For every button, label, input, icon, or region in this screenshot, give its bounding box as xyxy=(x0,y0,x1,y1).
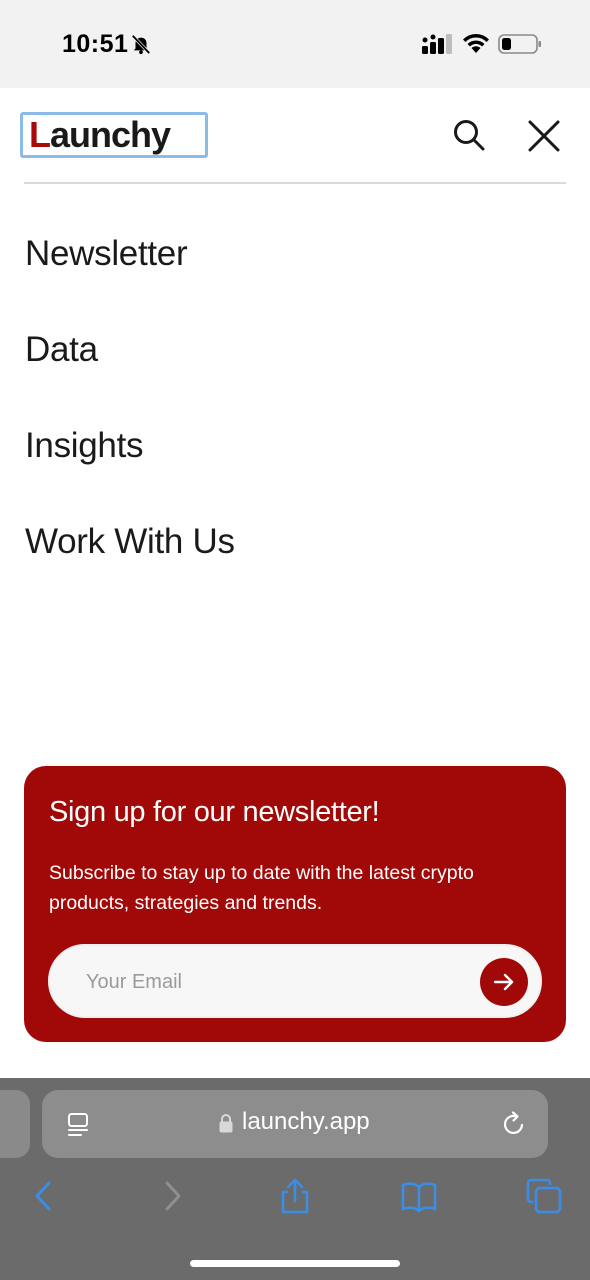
url-text: launchy.app xyxy=(242,1108,370,1135)
status-bar: 10:51 xyxy=(0,0,590,88)
arrow-right-icon xyxy=(493,973,514,991)
bell-off-icon xyxy=(131,34,151,55)
home-indicator xyxy=(190,1260,400,1267)
close-icon[interactable] xyxy=(526,118,562,154)
reader-icon[interactable] xyxy=(66,1112,92,1138)
bookmarks-icon[interactable] xyxy=(401,1178,437,1214)
reload-icon[interactable] xyxy=(500,1110,528,1138)
newsletter-title: Sign up for our newsletter! xyxy=(49,796,380,828)
browser-toolbar: launchy.app xyxy=(0,1078,590,1280)
logo-letter-l: L xyxy=(29,114,51,155)
lock-icon xyxy=(219,1114,233,1133)
previous-tab[interactable] xyxy=(0,1090,30,1158)
logo-wordmark: aunchy xyxy=(50,114,171,155)
back-icon[interactable] xyxy=(26,1178,62,1214)
email-form xyxy=(48,944,542,1018)
forward-icon[interactable] xyxy=(154,1178,190,1214)
launchy-logo[interactable]: Launchy xyxy=(20,112,208,158)
menu-item-insights[interactable]: Insights xyxy=(25,426,144,466)
signal-icon xyxy=(422,34,452,54)
tabs-icon[interactable] xyxy=(526,1178,562,1214)
header-divider xyxy=(24,182,566,184)
address-bar[interactable]: launchy.app xyxy=(42,1090,548,1158)
email-input[interactable] xyxy=(86,965,466,999)
subscribe-button[interactable] xyxy=(480,958,528,1006)
menu-item-newsletter[interactable]: Newsletter xyxy=(25,234,188,274)
battery-icon xyxy=(498,34,541,54)
newsletter-description: Subscribe to stay up to date with the la… xyxy=(49,862,474,914)
newsletter-card: Sign up for our newsletter! Subscribe to… xyxy=(24,766,566,1042)
share-icon[interactable] xyxy=(277,1178,313,1214)
menu-item-work-with-us[interactable]: Work With Us xyxy=(25,522,235,562)
menu-item-data[interactable]: Data xyxy=(25,330,98,370)
search-icon[interactable] xyxy=(452,118,486,152)
wifi-icon xyxy=(463,33,489,53)
status-time: 10:51 xyxy=(62,30,129,58)
